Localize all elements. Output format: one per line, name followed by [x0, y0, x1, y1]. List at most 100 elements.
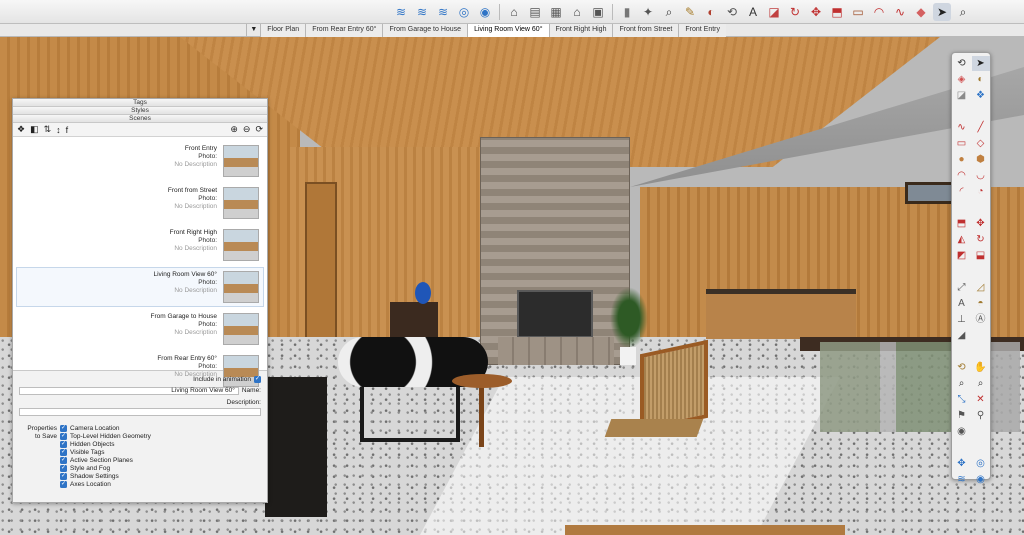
update-scene-icon[interactable]: ⟳ — [255, 124, 263, 135]
dimension-icon[interactable]: ◿ — [972, 280, 990, 295]
paint-bucket-icon[interactable]: ◐ — [702, 3, 720, 21]
scene-list-item[interactable]: From Garage to House Photo: No Description — [16, 309, 264, 349]
eraser-tool-icon[interactable]: ◆ — [912, 3, 930, 21]
tag-icon[interactable]: ◈ — [953, 72, 971, 87]
rectangle-icon[interactable]: ▭ — [953, 136, 971, 151]
previous-view-icon[interactable]: ✕ — [972, 392, 990, 407]
rotate-icon[interactable]: ↻ — [786, 3, 804, 21]
orbit-tool-icon[interactable]: ⟲ — [953, 360, 971, 375]
section-plane-icon[interactable]: ◢ — [953, 328, 971, 343]
pushpull-icon[interactable]: ⬒ — [828, 3, 846, 21]
property-checkbox[interactable]: ✓ — [60, 464, 67, 472]
layout-icon[interactable]: ▣ — [589, 3, 607, 21]
move-icon[interactable]: ✥ — [972, 216, 990, 231]
section-fill-icon[interactable]: ✥ — [953, 456, 971, 471]
two-point-arc-icon[interactable]: ◡ — [972, 168, 990, 183]
section-icon[interactable]: ✦ — [639, 3, 657, 21]
scenes-panel-header[interactable]: Scenes — [13, 115, 267, 123]
property-checkbox[interactable]: ✓ — [60, 472, 67, 480]
drape-icon[interactable]: ◉ — [476, 3, 494, 21]
zoom-extents-icon[interactable]: ⤡ — [953, 392, 971, 407]
property-checkbox[interactable]: ✓ — [60, 448, 67, 456]
follow-me-icon[interactable]: ◭ — [953, 232, 971, 247]
scale-icon[interactable]: ⬓ — [972, 248, 990, 263]
position-camera-icon[interactable]: ⚑ — [953, 408, 971, 423]
sandbox-icon[interactable]: ≋ — [953, 472, 971, 487]
freehand-icon[interactable]: ∿ — [891, 3, 909, 21]
select-icon[interactable]: ➤ — [971, 56, 990, 71]
line-icon[interactable]: ╱ — [972, 120, 990, 135]
rotate-icon[interactable]: ↻ — [972, 232, 990, 247]
tags-panel-header[interactable]: Tags — [13, 99, 267, 107]
3d-text-icon[interactable]: Ⓐ — [972, 312, 990, 327]
home-outline-icon[interactable]: ⌂ — [568, 3, 586, 21]
scene-name-field[interactable]: Living Room View 60° — [19, 386, 239, 395]
property-checkbox[interactable]: ✓ — [60, 480, 67, 488]
orbit-icon[interactable]: ⟲ — [953, 56, 971, 71]
sandbox-from-scratch-icon[interactable]: ≋ — [413, 3, 431, 21]
search-icon[interactable]: ⌕ — [954, 3, 972, 21]
three-point-arc-icon[interactable]: ◜ — [953, 184, 971, 199]
scene-tab[interactable]: Front from Street — [612, 24, 679, 37]
add-scene-icon[interactable]: ⊕ — [230, 124, 238, 135]
polygon-icon[interactable]: ⬢ — [972, 152, 990, 167]
styles-panel-header[interactable]: Styles — [13, 107, 267, 115]
rotated-rectangle-icon[interactable]: ◇ — [972, 136, 990, 151]
arc-icon[interactable]: ◠ — [870, 3, 888, 21]
walk-icon[interactable]: ⚲ — [972, 408, 990, 423]
tape-measure-icon[interactable]: ⤢ — [953, 280, 971, 295]
text-icon[interactable]: A — [953, 296, 971, 311]
scene-tab[interactable]: From Garage to House — [382, 24, 468, 37]
scene-tab[interactable]: Floor Plan — [260, 24, 306, 37]
include-in-animation-checkbox[interactable]: ✓ — [254, 376, 261, 383]
tape-measure-icon[interactable]: ✎ — [681, 3, 699, 21]
scene-tab[interactable]: Living Room View 60° — [467, 24, 549, 37]
pushpull-icon[interactable]: ⬒ — [953, 216, 971, 231]
zoom-window-icon[interactable]: ⌕ — [972, 376, 990, 391]
property-checkbox[interactable]: ✓ — [60, 440, 67, 448]
scene-list-item[interactable]: From Rear Entry 60° Photo: No Description — [16, 351, 264, 391]
zoom-icon[interactable]: ⌕ — [953, 376, 971, 391]
rectangle-icon[interactable]: ▭ — [849, 3, 867, 21]
orbit-icon[interactable]: ⟲ — [723, 3, 741, 21]
pan-icon[interactable]: ✋ — [972, 360, 990, 375]
sort-icon[interactable]: ↕ — [56, 125, 61, 135]
scene-list-item[interactable]: Front Entry Photo: No Description — [16, 141, 264, 181]
view-options-icon[interactable]: ⇅ — [44, 124, 52, 135]
circle-icon[interactable]: ● — [953, 152, 971, 167]
sandbox-from-contours-icon[interactable]: ≋ — [392, 3, 410, 21]
scene-tabs-menu-button[interactable]: ▼ — [246, 24, 260, 37]
property-checkbox[interactable]: ✓ — [60, 424, 67, 432]
scenes-icon[interactable]: ❖ — [17, 124, 25, 135]
smoove-icon[interactable]: ≋ — [434, 3, 452, 21]
move-icon[interactable]: ✥ — [807, 3, 825, 21]
look-around-icon[interactable]: ◉ — [953, 424, 971, 439]
axes-icon[interactable]: ⊥ — [953, 312, 971, 327]
property-checkbox[interactable]: ✓ — [60, 456, 67, 464]
text-icon[interactable]: A — [744, 3, 762, 21]
component-icon[interactable]: ❖ — [972, 88, 990, 103]
scene-tab[interactable]: Front Entry — [678, 24, 726, 37]
display-sections-icon[interactable]: ◎ — [972, 456, 990, 471]
select-icon[interactable]: ➤ — [933, 2, 951, 21]
home-icon[interactable]: ⌂ — [505, 3, 523, 21]
extension-icon[interactable]: ▦ — [547, 3, 565, 21]
details-icon[interactable]: f — [66, 125, 69, 135]
shadow-icon[interactable]: ▮ — [618, 3, 636, 21]
pie-icon[interactable]: ◔ — [972, 184, 990, 199]
drape-icon[interactable]: ◉ — [972, 472, 990, 487]
property-checkbox[interactable]: ✓ — [60, 432, 67, 440]
scene-list-item[interactable]: Living Room View 60° Photo: No Description — [16, 267, 264, 307]
freehand-icon[interactable]: ∿ — [953, 120, 971, 135]
description-field[interactable] — [19, 407, 261, 416]
eraser-icon[interactable]: ◪ — [765, 3, 783, 21]
eraser-icon[interactable]: ◪ — [953, 88, 971, 103]
scene-list-item[interactable]: Front Right High Photo: No Description — [16, 225, 264, 265]
offset-icon[interactable]: ◩ — [953, 248, 971, 263]
paint-bucket-icon[interactable]: ◐ — [972, 72, 990, 87]
warehouse-icon[interactable]: ▤ — [526, 3, 544, 21]
zoom-icon[interactable]: ⌕ — [660, 3, 678, 21]
remove-scene-icon[interactable]: ⊖ — [243, 124, 251, 135]
thumbnail-icon[interactable]: ◧ — [30, 124, 39, 135]
arc-icon[interactable]: ◠ — [953, 168, 971, 183]
